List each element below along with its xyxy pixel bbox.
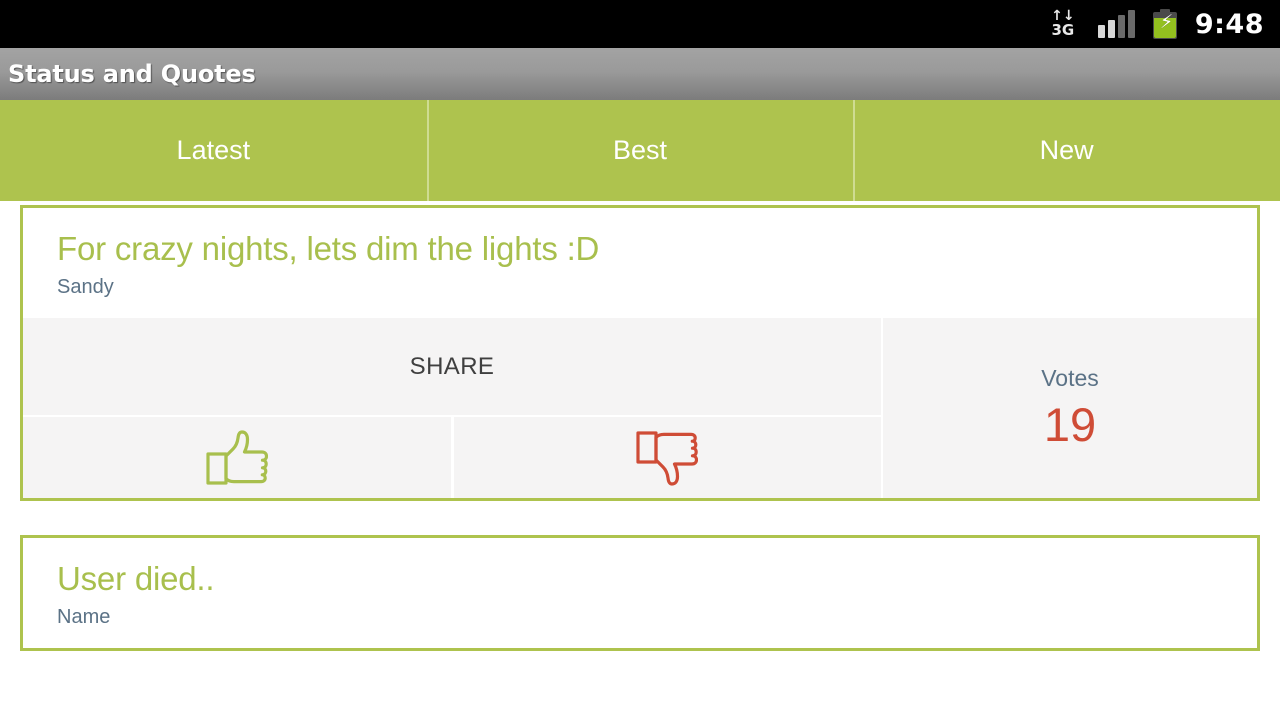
tab-latest-label: Latest: [176, 135, 251, 165]
tab-new[interactable]: New: [853, 100, 1280, 201]
status-bar-icons: ↑↓ 3G ⚡ 9:48: [1046, 6, 1280, 42]
thumbs-up-icon: [206, 429, 268, 485]
status-bar: ↑↓ 3G ⚡ 9:48: [0, 0, 1280, 48]
tab-best-label: Best: [612, 135, 668, 165]
page-title: Status and Quotes: [8, 60, 256, 88]
quote-title: For crazy nights, lets dim the lights :D: [57, 230, 600, 267]
quote-card[interactable]: For crazy nights, lets dim the lights :D…: [20, 205, 1260, 501]
lightning-bolt-icon: ⚡: [1159, 11, 1174, 33]
thumbs-up-button[interactable]: [23, 417, 451, 498]
signal-bar-3: [1117, 15, 1125, 38]
signal-bar-4: [1127, 10, 1135, 38]
quote-card[interactable]: User died.. Name: [20, 535, 1260, 651]
share-button[interactable]: SHARE: [23, 318, 881, 417]
thumbs-down-button[interactable]: [450, 417, 881, 498]
clock: 9:48: [1194, 8, 1264, 40]
signal-bar-1: [1097, 25, 1105, 38]
3g-data-icon: ↑↓ 3G: [1046, 6, 1080, 42]
tab-latest[interactable]: Latest: [0, 100, 427, 201]
quote-card-body: SHARE Votes 19: [23, 318, 1257, 498]
network-type-label: 3G: [1051, 21, 1075, 39]
quote-card-header: User died.. Name: [23, 538, 1257, 648]
vote-row: [23, 417, 881, 498]
quote-card-header: For crazy nights, lets dim the lights :D…: [23, 208, 1257, 318]
votes-count: 19: [1043, 397, 1097, 451]
tab-bar: Latest Best New: [0, 100, 1280, 201]
quote-title: User died..: [57, 560, 215, 597]
app-title-bar: Status and Quotes: [0, 48, 1280, 100]
tab-new-label: New: [1039, 135, 1094, 165]
votes-label: Votes: [1041, 364, 1099, 391]
share-button-label: SHARE: [409, 352, 495, 380]
quote-list[interactable]: For crazy nights, lets dim the lights :D…: [0, 201, 1280, 720]
battery-charging-icon: ⚡: [1152, 9, 1177, 39]
quote-actions: SHARE: [23, 318, 881, 498]
thumbs-down-icon: [636, 430, 699, 486]
quote-author: Sandy: [57, 276, 114, 298]
signal-bar-2: [1107, 20, 1115, 38]
tab-best[interactable]: Best: [426, 100, 854, 201]
quote-author: Name: [57, 606, 111, 628]
signal-bars-icon: [1097, 10, 1135, 38]
votes-panel: Votes 19: [881, 318, 1257, 498]
